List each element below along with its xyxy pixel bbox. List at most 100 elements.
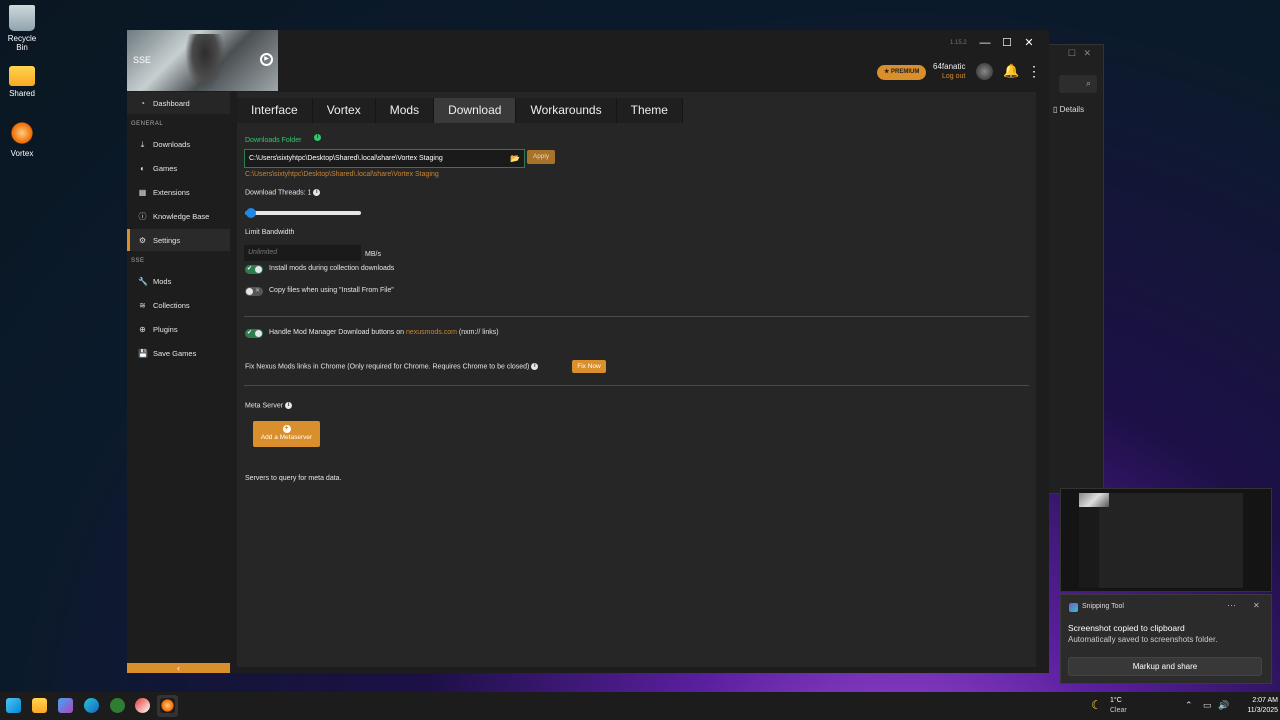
tab-interface[interactable]: Interface [237,98,313,123]
desktop-icon-label: Shared [9,89,35,98]
threads-text: Download Threads: 1 [245,189,312,197]
tab-vortex[interactable]: Vortex [312,98,376,123]
info-icon[interactable]: i [285,402,293,409]
handle-nxm-toggle[interactable]: ✔ [245,329,263,338]
info-icon[interactable]: i [313,189,321,196]
sidebar-item-mods[interactable]: 🔧 Mods [127,270,230,292]
preview-thumbnail [1079,493,1243,588]
download-threads-label: Download Threads: 1 i [245,189,321,197]
toast-app-name: Snipping Tool [1082,603,1124,610]
plus-circle-icon: ⊕ [139,324,146,334]
sidebar-item-label: Save Games [153,348,197,358]
toggle-knob [246,288,253,295]
desktop-icon-vortex[interactable]: Vortex [2,120,42,158]
add-metaserver-label: Add a Metaserver [260,434,313,441]
collapse-sidebar-button[interactable]: ‹ [127,663,230,673]
edge-icon[interactable] [84,698,99,713]
downloads-folder-input[interactable]: C:\Users\sixtyhtpc\Desktop\Shared\.local… [244,149,525,168]
add-metaserver-button[interactable]: + Add a Metaserver [253,421,320,447]
screenshot-preview[interactable] [1060,488,1272,592]
volume-icon[interactable]: 🔊 [1218,700,1229,711]
check-icon: ✔ [247,266,253,272]
markup-and-share-button[interactable]: Markup and share [1068,657,1262,676]
install-mods-toggle[interactable]: ✔ [245,265,263,274]
sidebar-item-extensions[interactable]: ▦ Extensions [127,181,230,203]
more-options-icon[interactable]: ⋮ [1027,63,1041,79]
avatar[interactable] [976,63,993,80]
tab-mods[interactable]: Mods [375,98,435,123]
sidebar-item-downloads[interactable]: ⤓ Downloads [127,133,230,155]
game-launcher-icon[interactable] [135,698,150,713]
preview-banner [1079,493,1109,507]
tab-download[interactable]: Download [434,98,517,123]
background-window[interactable]: ☐ ✕ ⌕ ▯ Details [1040,44,1104,494]
sidebar-item-dashboard[interactable]: ◔ Dashboard [127,92,230,114]
file-explorer-icon[interactable] [32,698,47,713]
vortex-taskbar-icon[interactable] [160,698,175,713]
slider-handle[interactable] [246,208,256,218]
download-icon: ⤓ [140,139,145,149]
clock-date[interactable]: 11/3/2025 [1232,707,1278,714]
close-icon[interactable]: ✕ [1253,601,1260,610]
minimize-button[interactable]: — [977,36,993,50]
sidebar-item-collections[interactable]: ≋ Collections [127,294,230,316]
folder-open-icon[interactable]: 📂 [510,154,520,163]
copy-files-toggle[interactable]: ✕ [245,287,263,296]
recycle-bin-icon [9,5,35,31]
check-icon: ✔ [247,330,253,336]
window-controls[interactable]: ☐ ✕ [1041,45,1103,63]
sidebar-item-knowledge-base[interactable]: ⓘ Knowledge Base [127,205,230,227]
maximize-button[interactable]: ☐ [999,36,1015,50]
info-icon[interactable]: i [531,363,539,370]
toast-body: Automatically saved to screenshots folde… [1068,635,1218,644]
weather-temperature[interactable]: 1°C [1110,697,1122,704]
handle-suffix: (nxm:// links) [456,329,499,336]
tab-workarounds[interactable]: Workarounds [516,98,617,123]
fix-chrome-label: Fix Nexus Mods links in Chrome (Only req… [245,363,539,370]
moon-icon[interactable]: ☾ [1091,698,1102,712]
tab-theme[interactable]: Theme [616,98,683,123]
close-button[interactable]: ✕ [1021,36,1037,50]
details-label: Details [1059,105,1085,114]
search-icon[interactable]: ⌕ [1059,75,1097,93]
store-icon[interactable] [58,698,73,713]
nexusmods-link[interactable]: nexusmods.com [406,329,457,336]
downloads-folder-label: Downloads Folder [245,137,302,144]
folder-icon [9,66,35,86]
premium-badge[interactable]: ★ PREMIUM [877,65,927,80]
download-threads-slider[interactable] [245,208,361,218]
details-button[interactable]: ▯ Details [1053,105,1084,114]
download-settings: Downloads Folder i C:\Users\sixtyhtpc\De… [237,123,1036,667]
desktop-icon-recycle-bin[interactable]: Recycle Bin [2,5,42,52]
play-icon[interactable]: ▶ [260,53,273,66]
chevron-up-icon[interactable]: ⌃ [1185,700,1193,711]
sidebar-item-save-games[interactable]: 💾 Save Games [127,342,230,364]
fix-now-button[interactable]: Fix Now [572,360,606,373]
gear-icon: ⚙ [138,235,147,245]
clock-time[interactable]: 2:07 AM [1238,697,1278,704]
info-icon[interactable]: i [314,134,321,141]
xbox-icon[interactable] [110,698,125,713]
toast-title: Screenshot copied to clipboard [1068,623,1185,633]
desktop-icon-shared[interactable]: Shared [2,62,42,98]
snipping-tool-notification[interactable]: Snipping Tool ··· ✕ Screenshot copied to… [1060,594,1272,684]
sidebar-item-settings[interactable]: ⚙ Settings [127,229,230,251]
windows-start-icon[interactable] [6,698,21,713]
apply-button[interactable]: Apply [527,150,555,164]
sidebar-item-plugins[interactable]: ⊕ Plugins [127,318,230,340]
game-banner[interactable]: SSE ▶ [127,30,278,91]
folder-path-hint: C:\Users\sixtyhtpc\Desktop\Shared\.local… [245,171,439,178]
desktop-icon-label: Recycle Bin [7,34,37,52]
section-general: GENERAL [131,121,164,127]
handle-prefix: Handle Mod Manager Download buttons on [269,329,406,336]
chevron-left-icon: ‹ [177,663,180,673]
bandwidth-input[interactable]: Unlimited [244,245,361,261]
more-options-icon[interactable]: ··· [1227,600,1236,610]
sidebar-item-games[interactable]: ◐ Games [127,157,230,179]
snipping-tool-icon [1069,603,1078,612]
bell-icon[interactable]: 🔔 [1003,63,1019,79]
network-icon[interactable]: ▭ [1203,700,1212,711]
logout-link[interactable]: Log out [942,73,965,80]
weather-condition[interactable]: Clear [1110,707,1127,714]
sidebar-item-label: Mods [153,276,172,286]
